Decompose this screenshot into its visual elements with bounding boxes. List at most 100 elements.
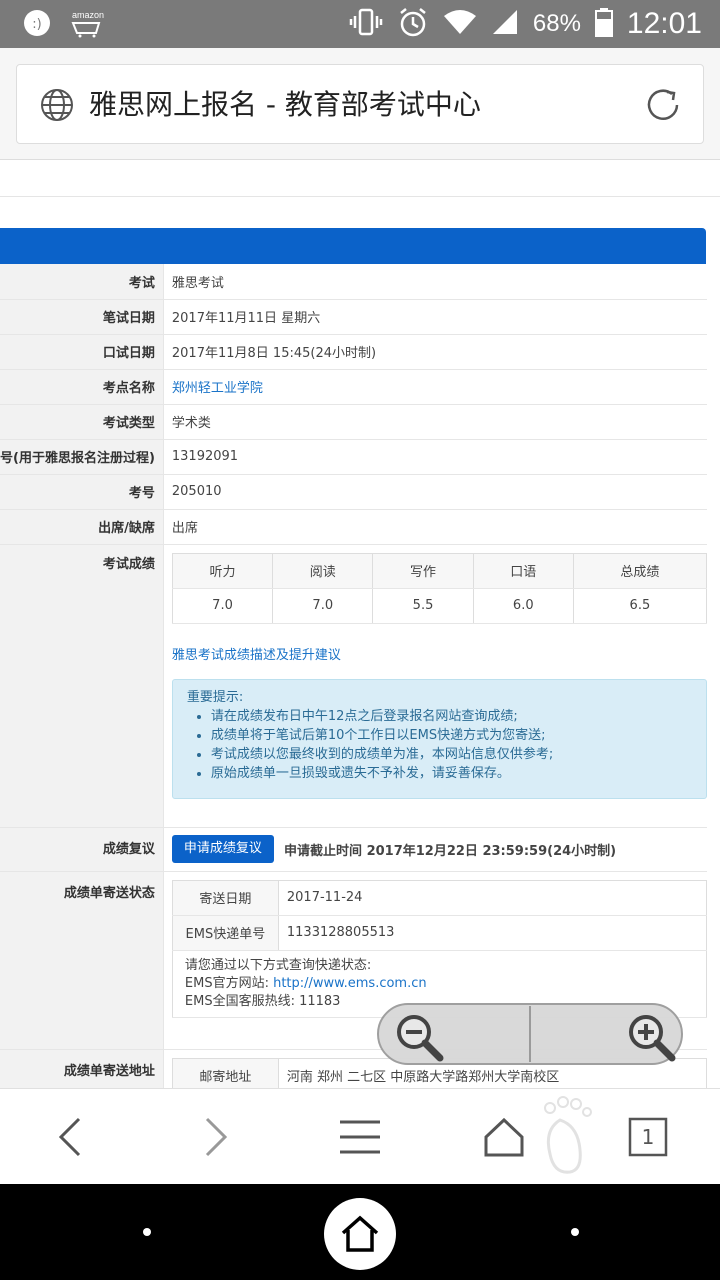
row-value: 2017年11月8日 15:45(24小时制) (163, 334, 707, 370)
forward-icon[interactable] (186, 1109, 246, 1165)
row-label: 笔试日期 (0, 299, 164, 335)
page-title: 雅思网上报名 - 教育部考试中心 (89, 88, 481, 121)
score-header: 听力 (171, 552, 274, 589)
scores-row: 考试成绩 听力 阅读 写作 口语 总成绩 7.0 7.0 5.5 6.0 6.5… (0, 544, 707, 828)
alarm-icon (397, 6, 429, 42)
page-content: 考试 雅思考试 笔试日期 2017年11月11日 星期六 口试日期 2017年11月8… (0, 160, 720, 1088)
score-value: 6.0 (472, 587, 574, 624)
table-row: 口试日期 2017年11月8日 15:45(24小时制) (0, 334, 707, 370)
notice-item: 成绩单将于笔试后第10个工作日以EMS快递方式为您寄送; (211, 726, 692, 745)
row-label: 口试日期 (0, 334, 164, 370)
footprint-icon (530, 1089, 602, 1181)
delivery-table: 寄送日期 2017-11-24 EMS快递单号 1133128805513 请您通过… (171, 879, 707, 1018)
zoom-controls (376, 1002, 684, 1066)
nav-dot-left[interactable] (143, 1228, 151, 1236)
zoom-in-icon[interactable] (620, 1010, 680, 1066)
divider (0, 196, 720, 197)
test-center-link[interactable]: 郑州轻工业学院 (172, 381, 263, 396)
table-row: 考点名称 郑州轻工业学院 (0, 369, 707, 405)
table-row: EMS快递单号 1133128805513 (171, 914, 707, 951)
zoom-out-icon[interactable] (390, 1010, 450, 1066)
row-value: 雅思考试 (163, 264, 707, 300)
ems-site-label: EMS官方网站: (184, 975, 274, 991)
score-info-table: 考试 雅思考试 笔试日期 2017年11月11日 星期六 口试日期 2017年11月8… (0, 264, 707, 1088)
scores-table: 听力 阅读 写作 口语 总成绩 7.0 7.0 5.5 6.0 6.5 (171, 552, 707, 624)
notice-item: 考试成绩以您最终收到的成绩单为准，本网站信息仅供参考; (211, 745, 692, 764)
system-nav-bar (0, 1184, 720, 1280)
row-label: 号(用于雅思报名注册过程) (0, 439, 164, 475)
ems-site-link[interactable]: http://www.ems.com.cn (273, 976, 427, 991)
tab-count: 1 (641, 1125, 655, 1149)
row-label: 考点名称 (0, 369, 164, 405)
battery-percent: 68% (532, 10, 581, 37)
score-value: 6.5 (572, 587, 707, 624)
score-value: 7.0 (171, 587, 274, 624)
scores-value-row: 7.0 7.0 5.5 6.0 6.5 (171, 587, 707, 624)
review-label: 成绩复议 (0, 827, 164, 872)
table-row: 寄送日期 2017-11-24 (171, 879, 707, 916)
score-value: 7.0 (272, 587, 374, 624)
table-row: 考试 雅思考试 (0, 264, 707, 300)
score-header: 写作 (372, 552, 474, 589)
row-value: 2017年11月11日 星期六 (163, 299, 707, 335)
nav-dot-right[interactable] (571, 1228, 579, 1236)
chat-notification-icon: :) (22, 8, 52, 42)
amazon-cart-icon: amazon (70, 8, 104, 42)
score-header: 口语 (472, 552, 574, 589)
wifi-icon (443, 8, 477, 40)
ems-number-value: 1133128805513 (277, 914, 707, 951)
address-key: 邮寄地址 (171, 1057, 279, 1088)
score-header: 阅读 (272, 552, 374, 589)
battery-icon (594, 7, 613, 41)
address-bar[interactable]: 雅思网上报名 - 教育部考试中心 (16, 64, 704, 144)
delivery-label: 成绩单寄送状态 (0, 871, 164, 1050)
scores-header-row: 听力 阅读 写作 口语 总成绩 (171, 552, 707, 589)
notice-item: 请在成绩发布日中午12点之后登录报名网站查询成绩; (211, 707, 692, 726)
vibrate-icon (349, 7, 383, 41)
review-deadline: 申请截止时间 2017年12月22日 23:59:59(24小时制) (284, 843, 617, 859)
home-icon[interactable] (474, 1109, 534, 1165)
scores-label: 考试成绩 (0, 544, 164, 828)
important-notice: 重要提示: 请在成绩发布日中午12点之后登录报名网站查询成绩; 成绩单将于笔试后… (171, 678, 707, 799)
address-label: 成绩单寄送地址 (0, 1049, 164, 1088)
table-row: 考号 205010 (0, 474, 707, 510)
row-value: 205010 (163, 474, 707, 510)
table-row: 出席/缺席 出席 (0, 509, 707, 545)
score-header: 总成绩 (572, 552, 707, 589)
score-description-link[interactable]: 雅思考试成绩描述及提升建议 (172, 648, 341, 663)
row-label: 考试 (0, 264, 164, 300)
signal-icon (491, 8, 519, 40)
amazon-text: amazon (72, 10, 104, 20)
back-icon[interactable] (40, 1109, 100, 1165)
delivery-date-key: 寄送日期 (171, 879, 279, 916)
table-row: 考试类型 学术类 (0, 404, 707, 440)
ems-number-key: EMS快递单号 (171, 914, 279, 951)
table-row: 笔试日期 2017年11月11日 星期六 (0, 299, 707, 335)
reload-icon[interactable] (641, 83, 685, 127)
row-label: 考试类型 (0, 404, 164, 440)
section-header-bar (0, 228, 706, 264)
home-outline-icon (341, 1215, 379, 1252)
browser-toolbar: 雅思网上报名 - 教育部考试中心 (0, 48, 720, 160)
tracking-note: 请您通过以下方式查询快递状态: (184, 957, 372, 973)
status-bar: :) amazon 68% 12:01 (0, 0, 720, 48)
apply-review-button[interactable]: 申请成绩复议 (171, 835, 274, 863)
globe-icon (39, 87, 75, 123)
score-value: 5.5 (372, 587, 474, 624)
row-label: 出席/缺席 (0, 509, 164, 545)
delivery-date-value: 2017-11-24 (277, 879, 707, 916)
browser-bottom-bar: 1 (0, 1088, 720, 1184)
tabs-button[interactable]: 1 (618, 1109, 678, 1165)
table-row: 号(用于雅思报名注册过程) 13192091 (0, 439, 707, 475)
svg-text::): :) (32, 17, 41, 32)
row-value: 学术类 (163, 404, 707, 440)
row-label: 考号 (0, 474, 164, 510)
row-value: 13192091 (163, 439, 707, 475)
home-button[interactable] (324, 1198, 396, 1270)
review-row: 成绩复议 申请成绩复议 申请截止时间 2017年12月22日 23:59:59(… (0, 827, 707, 872)
menu-icon[interactable] (330, 1109, 390, 1165)
clock: 12:01 (626, 7, 702, 40)
notice-title: 重要提示: (186, 689, 244, 705)
notice-item: 原始成绩单一旦损毁或遗失不予补发，请妥善保存。 (211, 764, 692, 783)
row-value: 出席 (163, 509, 707, 545)
